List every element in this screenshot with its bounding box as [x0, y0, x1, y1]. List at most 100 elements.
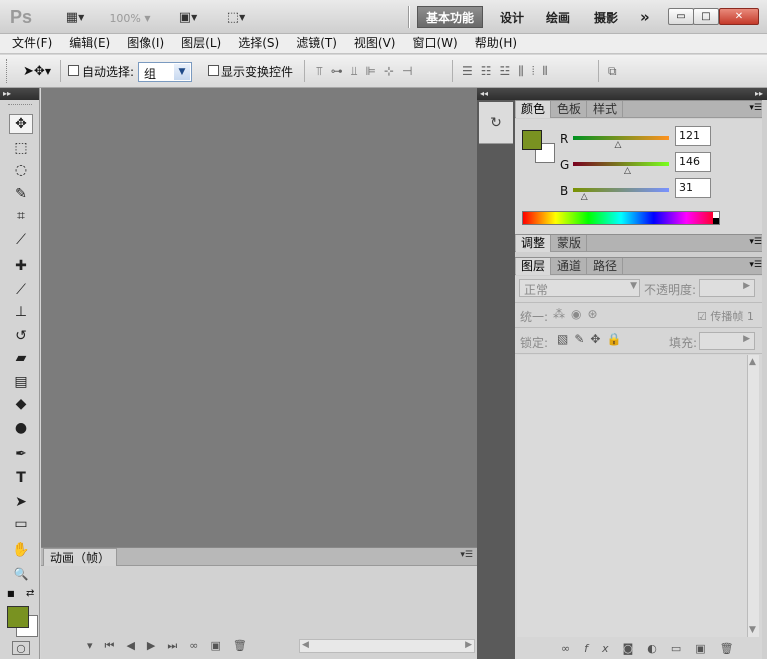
adjustment-layer-icon[interactable]: ◐	[647, 642, 671, 655]
panel-menu-icon[interactable]: ▾☰	[749, 103, 762, 113]
align-left-icon[interactable]: ⊫	[366, 64, 384, 78]
tab-animation[interactable]: 动画（帧）	[43, 548, 118, 566]
tab-masks[interactable]: 蒙版	[552, 235, 588, 252]
screen-mode-button[interactable]: ⬚ ▼	[218, 6, 254, 28]
menu-edit[interactable]: 编辑(E)	[63, 34, 116, 53]
green-slider[interactable]	[573, 162, 669, 166]
unify-visibility-icon[interactable]: ◉	[571, 307, 587, 321]
unify-style-icon[interactable]: ⊛	[587, 307, 603, 321]
foreground-color-swatch[interactable]	[522, 130, 542, 150]
distribute-bottom-icon[interactable]: ☳	[500, 64, 519, 78]
pen-tool[interactable]: ✒	[9, 444, 33, 464]
link-layers-icon[interactable]: ∞	[561, 642, 584, 655]
align-bottom-icon[interactable]: ⫫	[351, 64, 366, 78]
distribute-left-icon[interactable]: ⫼	[518, 64, 532, 78]
default-colors-icon[interactable]: ■	[7, 589, 15, 598]
lock-pixels-icon[interactable]: ✎	[574, 332, 590, 346]
new-group-icon[interactable]: ▭	[671, 642, 695, 655]
arrange-documents-button[interactable]: ▣ ▼	[170, 6, 206, 28]
opacity-input[interactable]: ▶	[699, 279, 755, 297]
auto-select-checkbox[interactable]	[68, 65, 79, 79]
gradient-tool[interactable]: ▤	[9, 372, 33, 392]
menu-window[interactable]: 窗口(W)	[406, 34, 463, 53]
align-hcenter-icon[interactable]: ⊹	[384, 64, 402, 78]
menu-filter[interactable]: 滤镜(T)	[290, 34, 343, 53]
workspace-painting-button[interactable]: 绘画	[538, 6, 578, 28]
red-slider[interactable]	[573, 136, 669, 140]
tween-icon[interactable]: ∞	[189, 639, 210, 652]
workspace-photography-button[interactable]: 摄影	[586, 6, 626, 28]
red-slider-thumb[interactable]: △	[615, 141, 623, 150]
color-spectrum-bar[interactable]	[522, 211, 720, 225]
panel-collapse-strip[interactable]: ▸▸	[0, 88, 39, 100]
dodge-tool[interactable]: ●	[9, 418, 33, 438]
show-transform-checkbox[interactable]	[208, 65, 219, 79]
menu-view[interactable]: 视图(V)	[348, 34, 402, 53]
vertical-scrollbar[interactable]: ▲ ▼	[747, 355, 759, 637]
scroll-down-icon[interactable]: ▼	[749, 625, 756, 635]
blue-value-input[interactable]: 31	[675, 178, 711, 198]
shape-tool[interactable]: ▭	[9, 514, 33, 534]
hand-tool[interactable]: ✋	[9, 540, 33, 560]
align-buttons[interactable]: ⫪⊶⫫⊫⊹⊣	[316, 64, 421, 79]
document-canvas-area[interactable]	[41, 88, 477, 547]
tab-swatches[interactable]: 色板	[552, 101, 588, 118]
blue-slider-thumb[interactable]: △	[581, 193, 589, 202]
auto-select-dropdown[interactable]: 组 ▼	[138, 62, 192, 82]
quick-select-tool[interactable]: ✎	[9, 184, 33, 204]
zoom-tool[interactable]: 🔍	[9, 564, 33, 584]
healing-brush-tool[interactable]: ✚	[9, 256, 33, 276]
move-tool[interactable]: ✥	[9, 114, 33, 134]
propagate-frame-checkbox[interactable]: ☑ 传播帧 1	[697, 308, 754, 324]
clone-stamp-tool[interactable]: ⊥	[9, 302, 33, 322]
tab-adjustments[interactable]: 调整	[516, 235, 552, 252]
green-value-input[interactable]: 146	[675, 152, 711, 172]
workspace-essentials-button[interactable]: 基本功能	[417, 6, 484, 28]
unify-position-icon[interactable]: ⁂	[553, 307, 571, 321]
delete-frame-icon[interactable]: 🗑	[233, 639, 259, 652]
auto-align-layers-icon[interactable]: ⧉	[608, 64, 617, 79]
layer-style-icon[interactable]: fx	[584, 642, 622, 655]
blur-tool[interactable]: ◆	[9, 394, 33, 414]
tab-styles[interactable]: 样式	[588, 101, 624, 118]
path-select-tool[interactable]: ➤	[9, 492, 33, 512]
panel-menu-icon[interactable]: ▾☰	[460, 550, 473, 560]
tab-color[interactable]: 颜色	[516, 101, 552, 118]
eyedropper-tool[interactable]: ⟋	[9, 230, 33, 250]
quick-mask-icon[interactable]: ◯	[12, 641, 30, 655]
align-vcenter-icon[interactable]: ⊶	[331, 64, 351, 78]
new-layer-icon[interactable]: ▣	[695, 642, 719, 655]
next-frame-icon[interactable]: ⏭	[167, 639, 189, 652]
menu-layer[interactable]: 图层(L)	[175, 34, 227, 53]
distribute-buttons[interactable]: ☰☷☳⫼⦙⫴	[462, 64, 556, 79]
crop-tool[interactable]: ⌗	[9, 206, 33, 226]
distribute-right-icon[interactable]: ⫴	[543, 64, 556, 78]
scroll-up-icon[interactable]: ▲	[749, 357, 756, 367]
lock-all-icon[interactable]: 🔒	[606, 332, 627, 346]
foreground-color-swatch[interactable]	[7, 606, 29, 628]
close-button[interactable]: ✕	[719, 8, 759, 25]
first-frame-icon[interactable]: ⏮	[105, 639, 127, 652]
blend-mode-dropdown[interactable]: 正常 ▼	[519, 279, 640, 297]
menu-help[interactable]: 帮助(H)	[469, 34, 523, 53]
type-tool[interactable]: T	[9, 468, 33, 488]
layer-mask-icon[interactable]: ◙	[623, 642, 648, 655]
align-right-icon[interactable]: ⊣	[402, 64, 420, 78]
history-panel-button[interactable]: ↻	[479, 102, 513, 144]
distribute-hcenter-icon[interactable]: ⦙	[532, 64, 543, 78]
horizontal-scrollbar[interactable]: ◀ ▶	[299, 639, 475, 653]
unify-buttons[interactable]: ⁂◉⊛	[553, 307, 604, 321]
launch-bridge-button[interactable]: ▦ ▼	[58, 6, 92, 28]
menu-select[interactable]: 选择(S)	[232, 34, 285, 53]
more-workspaces-icon[interactable]: »	[632, 6, 658, 28]
tab-layers[interactable]: 图层	[516, 258, 552, 275]
layers-list[interactable]	[517, 355, 747, 637]
play-icon[interactable]: ▶	[147, 639, 167, 652]
green-slider-thumb[interactable]: △	[624, 167, 632, 176]
lasso-tool[interactable]: ◌	[9, 160, 33, 180]
red-value-input[interactable]: 121	[675, 126, 711, 146]
dock-collapse-strip[interactable]: ▸▸	[515, 88, 767, 100]
new-frame-icon[interactable]: ▣	[210, 639, 232, 652]
lock-transparency-icon[interactable]: ▧	[557, 332, 574, 346]
brush-tool[interactable]: ⟋	[9, 280, 33, 300]
